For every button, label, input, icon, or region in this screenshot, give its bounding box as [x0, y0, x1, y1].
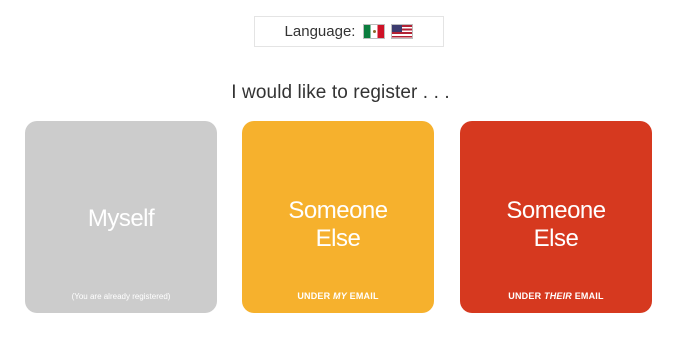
- register-someone-else-my-email-button[interactable]: Someone Else UNDER MY EMAIL: [242, 121, 434, 313]
- page-heading: I would like to register . . .: [231, 82, 450, 103]
- us-flag-icon[interactable]: [391, 24, 414, 39]
- register-myself-title: Myself: [87, 205, 155, 232]
- register-myself-button[interactable]: Myself (You are already registered): [25, 121, 217, 313]
- register-myself-note: (You are already registered): [71, 292, 171, 301]
- under-my-email-caption: UNDER MY EMAIL: [297, 291, 379, 301]
- register-someone-else-title: Someone Else: [506, 197, 606, 252]
- language-selector: Language:: [254, 16, 444, 47]
- language-label: Language:: [284, 23, 356, 40]
- register-someone-else-title: Someone Else: [288, 197, 388, 252]
- mexico-flag-icon[interactable]: [363, 24, 386, 39]
- register-someone-else-their-email-button[interactable]: Someone Else UNDER THEIR EMAIL: [460, 121, 652, 313]
- under-their-email-caption: UNDER THEIR EMAIL: [508, 291, 604, 301]
